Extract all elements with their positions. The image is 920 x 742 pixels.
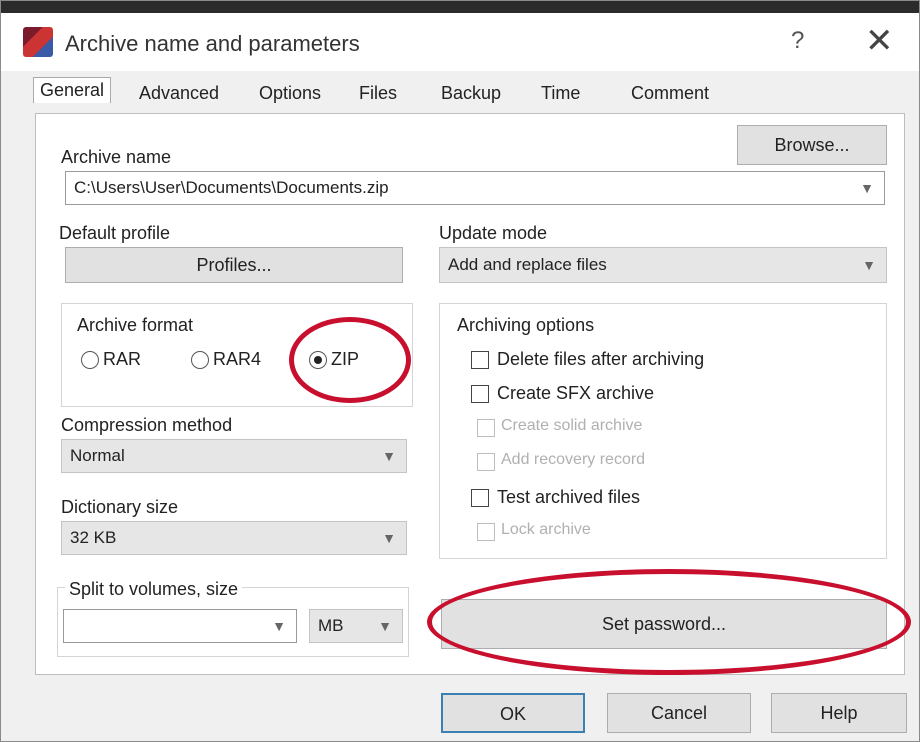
window-top-edge xyxy=(1,1,919,13)
help-button[interactable]: Help xyxy=(771,693,907,733)
split-volumes-label: Split to volumes, size xyxy=(65,579,243,600)
chevron-down-icon: ▼ xyxy=(378,618,392,634)
tab-general[interactable]: General xyxy=(33,77,112,103)
cancel-button[interactable]: Cancel xyxy=(607,693,751,733)
checkbox-recovery-record-label: Add recovery record xyxy=(501,451,646,468)
checkbox-create-sfx[interactable] xyxy=(471,385,489,403)
tab-advanced[interactable]: Advanced xyxy=(139,83,219,104)
tab-files[interactable]: Files xyxy=(359,83,397,104)
archive-format-label: Archive format xyxy=(77,315,194,335)
update-mode-label: Update mode xyxy=(439,223,548,243)
radio-rar[interactable] xyxy=(81,351,99,369)
profiles-button[interactable]: Profiles... xyxy=(65,247,403,283)
chevron-down-icon: ▼ xyxy=(860,180,874,196)
close-icon[interactable]: ✕ xyxy=(865,21,894,61)
radio-zip[interactable] xyxy=(309,351,327,369)
dictionary-size-value: 32 KB xyxy=(70,528,117,547)
tab-time[interactable]: Time xyxy=(541,83,580,104)
archive-name-label: Archive name xyxy=(61,147,172,167)
archive-name-value: C:\Users\User\Documents\Documents.zip xyxy=(74,178,389,197)
dictionary-size-label: Dictionary size xyxy=(61,497,179,517)
update-mode-value: Add and replace files xyxy=(448,255,607,274)
split-size-input[interactable]: ▼ xyxy=(63,609,297,643)
checkbox-test-files-label: Test archived files xyxy=(497,487,641,507)
chevron-down-icon: ▼ xyxy=(272,618,286,634)
radio-rar-label: RAR xyxy=(103,349,142,369)
checkbox-solid-archive-label: Create solid archive xyxy=(501,417,643,434)
checkbox-solid-archive xyxy=(477,419,495,437)
compression-method-label: Compression method xyxy=(61,415,233,435)
radio-zip-label: ZIP xyxy=(331,349,360,369)
split-unit-value: MB xyxy=(318,616,344,635)
tab-backup[interactable]: Backup xyxy=(441,83,501,104)
help-question-icon[interactable]: ? xyxy=(791,27,804,55)
browse-button[interactable]: Browse... xyxy=(737,125,887,165)
dictionary-size-select[interactable]: 32 KB ▼ xyxy=(61,521,407,555)
set-password-button[interactable]: Set password... xyxy=(441,599,887,649)
radio-rar4[interactable] xyxy=(191,351,209,369)
tab-strip: General Advanced Options Files Backup Ti… xyxy=(1,73,919,113)
winrar-app-icon xyxy=(23,27,53,57)
default-profile-label: Default profile xyxy=(59,223,171,243)
ok-button[interactable]: OK xyxy=(441,693,585,733)
archive-dialog: Archive name and parameters ? ✕ General … xyxy=(0,0,920,742)
checkbox-lock-archive-label: Lock archive xyxy=(501,521,591,538)
checkbox-create-sfx-label: Create SFX archive xyxy=(497,383,655,403)
checkbox-test-files[interactable] xyxy=(471,489,489,507)
compression-method-select[interactable]: Normal ▼ xyxy=(61,439,407,473)
chevron-down-icon: ▼ xyxy=(382,530,396,546)
checkbox-delete-files[interactable] xyxy=(471,351,489,369)
chevron-down-icon: ▼ xyxy=(382,448,396,464)
tab-options[interactable]: Options xyxy=(259,83,321,104)
window-title: Archive name and parameters xyxy=(65,31,360,56)
checkbox-delete-files-label: Delete files after archiving xyxy=(497,349,705,369)
title-bar: Archive name and parameters ? ✕ xyxy=(1,13,919,71)
checkbox-recovery-record xyxy=(477,453,495,471)
chevron-down-icon: ▼ xyxy=(862,257,876,273)
archive-name-combo[interactable]: C:\Users\User\Documents\Documents.zip ▼ xyxy=(65,171,885,205)
split-unit-select[interactable]: MB ▼ xyxy=(309,609,403,643)
tab-comment[interactable]: Comment xyxy=(631,83,709,104)
compression-method-value: Normal xyxy=(70,446,125,465)
update-mode-select[interactable]: Add and replace files ▼ xyxy=(439,247,887,283)
archiving-options-label: Archiving options xyxy=(457,315,595,335)
checkbox-lock-archive xyxy=(477,523,495,541)
radio-rar4-label: RAR4 xyxy=(213,349,262,369)
